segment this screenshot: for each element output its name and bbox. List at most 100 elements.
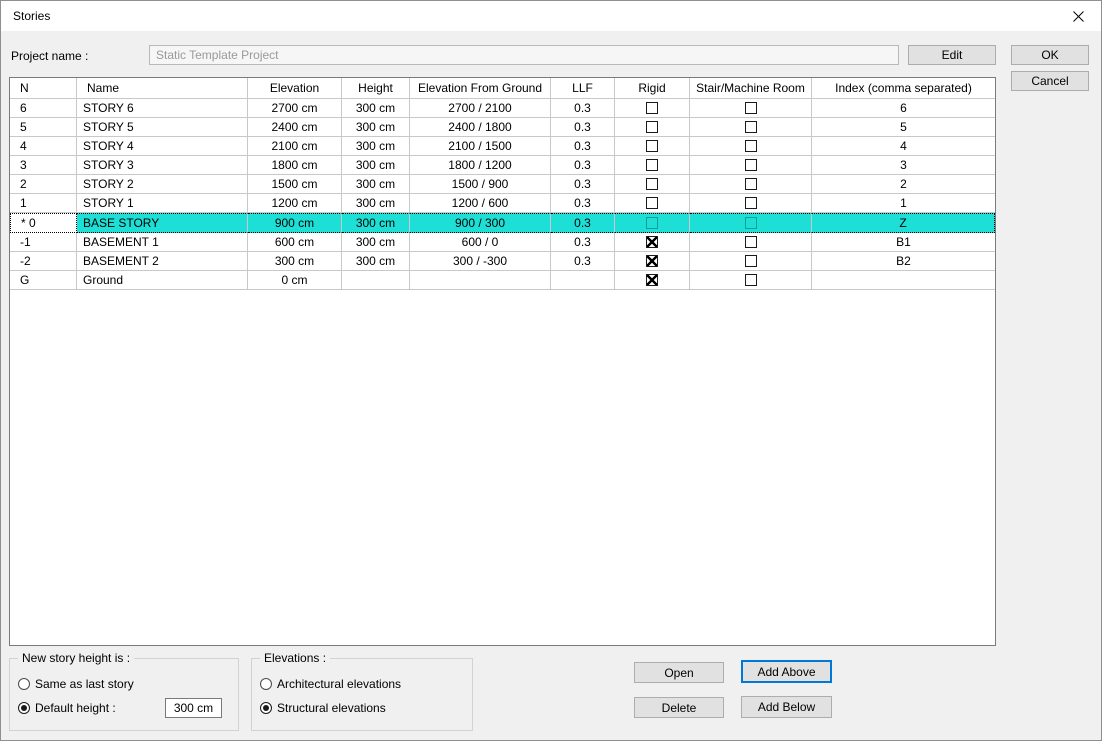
cell-elevation-from-ground[interactable]: 2100 / 1500 — [410, 137, 551, 156]
table-row[interactable]: 4STORY 42100 cm300 cm2100 / 15000.34 — [10, 137, 995, 156]
table-row[interactable]: GGround0 cm — [10, 271, 995, 290]
cell-elevation-from-ground[interactable] — [410, 271, 551, 290]
cell-elevation[interactable]: 1200 cm — [248, 194, 342, 213]
open-button[interactable]: Open — [634, 662, 724, 683]
add-below-button[interactable]: Add Below — [741, 696, 832, 718]
cell-height[interactable]: 300 cm — [342, 175, 410, 194]
cell-elevation[interactable]: 0 cm — [248, 271, 342, 290]
cell-index[interactable]: 4 — [812, 137, 995, 156]
cell-height[interactable]: 300 cm — [342, 99, 410, 118]
cell-index[interactable] — [812, 271, 995, 290]
stair-machine-room-checkbox[interactable] — [745, 121, 757, 133]
rigid-checkbox[interactable] — [646, 102, 658, 114]
cell-name[interactable]: STORY 6 — [77, 99, 248, 118]
cell-llf[interactable] — [551, 271, 615, 290]
cell-index[interactable]: Z — [812, 213, 995, 233]
table-row[interactable]: 6STORY 62700 cm300 cm2700 / 21000.36 — [10, 99, 995, 118]
cell-elevation-from-ground[interactable]: 1800 / 1200 — [410, 156, 551, 175]
default-height-input[interactable] — [165, 698, 222, 718]
cell-elevation[interactable]: 2100 cm — [248, 137, 342, 156]
rigid-checkbox[interactable] — [646, 121, 658, 133]
edit-button[interactable]: Edit — [908, 45, 996, 65]
cell-index[interactable]: 1 — [812, 194, 995, 213]
stair-machine-room-checkbox[interactable] — [745, 255, 757, 267]
cell-index[interactable]: B1 — [812, 233, 995, 252]
radio-icon[interactable] — [18, 678, 30, 690]
rigid-checkbox[interactable] — [646, 236, 658, 248]
cell-height[interactable]: 300 cm — [342, 233, 410, 252]
radio-default-height[interactable]: Default height : — [18, 701, 116, 715]
delete-button[interactable]: Delete — [634, 697, 724, 718]
table-row[interactable]: 1STORY 11200 cm300 cm1200 / 6000.31 — [10, 194, 995, 213]
radio-icon[interactable] — [260, 678, 272, 690]
table-row[interactable]: 3STORY 31800 cm300 cm1800 / 12000.33 — [10, 156, 995, 175]
rigid-checkbox[interactable] — [646, 274, 658, 286]
radio-icon[interactable] — [260, 702, 272, 714]
cell-elevation-from-ground[interactable]: 1500 / 900 — [410, 175, 551, 194]
cell-elevation-from-ground[interactable]: 1200 / 600 — [410, 194, 551, 213]
table-row[interactable]: 5STORY 52400 cm300 cm2400 / 18000.35 — [10, 118, 995, 137]
cell-elevation-from-ground[interactable]: 2400 / 1800 — [410, 118, 551, 137]
rigid-checkbox[interactable] — [646, 159, 658, 171]
project-name-field[interactable] — [149, 45, 899, 65]
stair-machine-room-checkbox[interactable] — [745, 159, 757, 171]
stair-machine-room-checkbox[interactable] — [745, 217, 757, 229]
table-row[interactable]: -1BASEMENT 1600 cm300 cm600 / 00.3B1 — [10, 233, 995, 252]
rigid-checkbox[interactable] — [646, 197, 658, 209]
cell-n[interactable]: -1 — [10, 233, 77, 252]
cell-elevation[interactable]: 1500 cm — [248, 175, 342, 194]
cell-height[interactable]: 300 cm — [342, 252, 410, 271]
stair-machine-room-checkbox[interactable] — [745, 197, 757, 209]
cell-index[interactable]: 3 — [812, 156, 995, 175]
radio-structural-elevations[interactable]: Structural elevations — [260, 701, 386, 715]
cell-height[interactable]: 300 cm — [342, 118, 410, 137]
cell-name[interactable]: STORY 1 — [77, 194, 248, 213]
radio-architectural-elevations[interactable]: Architectural elevations — [260, 677, 401, 691]
cell-n[interactable]: 1 — [10, 194, 77, 213]
stair-machine-room-checkbox[interactable] — [745, 178, 757, 190]
cancel-button[interactable]: Cancel — [1011, 71, 1089, 91]
stair-machine-room-checkbox[interactable] — [745, 102, 757, 114]
stair-machine-room-checkbox[interactable] — [745, 140, 757, 152]
cell-n[interactable]: G — [10, 271, 77, 290]
cell-name[interactable]: BASE STORY — [77, 213, 248, 233]
rigid-checkbox[interactable] — [646, 217, 658, 229]
cell-llf[interactable]: 0.3 — [551, 156, 615, 175]
rigid-checkbox[interactable] — [646, 255, 658, 267]
radio-same-as-last-story[interactable]: Same as last story — [18, 677, 134, 691]
cell-index[interactable]: 2 — [812, 175, 995, 194]
cell-llf[interactable]: 0.3 — [551, 137, 615, 156]
cell-name[interactable]: STORY 3 — [77, 156, 248, 175]
cell-llf[interactable]: 0.3 — [551, 213, 615, 233]
rigid-checkbox[interactable] — [646, 140, 658, 152]
cell-elevation-from-ground[interactable]: 2700 / 2100 — [410, 99, 551, 118]
cell-elevation[interactable]: 600 cm — [248, 233, 342, 252]
cell-index[interactable]: B2 — [812, 252, 995, 271]
table-row[interactable]: * 0BASE STORY900 cm300 cm900 / 3000.3Z — [10, 213, 995, 233]
cell-index[interactable]: 6 — [812, 99, 995, 118]
cell-height[interactable]: 300 cm — [342, 213, 410, 233]
cell-n[interactable]: -2 — [10, 252, 77, 271]
cell-n[interactable]: 5 — [10, 118, 77, 137]
cell-elevation[interactable]: 2700 cm — [248, 99, 342, 118]
cell-height[interactable]: 300 cm — [342, 194, 410, 213]
cell-n[interactable]: 4 — [10, 137, 77, 156]
add-above-button[interactable]: Add Above — [741, 660, 832, 683]
cell-llf[interactable]: 0.3 — [551, 99, 615, 118]
radio-icon[interactable] — [18, 702, 30, 714]
cell-name[interactable]: Ground — [77, 271, 248, 290]
table-row[interactable]: 2STORY 21500 cm300 cm1500 / 9000.32 — [10, 175, 995, 194]
stair-machine-room-checkbox[interactable] — [745, 236, 757, 248]
ok-button[interactable]: OK — [1011, 45, 1089, 65]
cell-llf[interactable]: 0.3 — [551, 233, 615, 252]
cell-height[interactable]: 300 cm — [342, 156, 410, 175]
cell-name[interactable]: STORY 4 — [77, 137, 248, 156]
cell-n[interactable]: 2 — [10, 175, 77, 194]
cell-elevation[interactable]: 300 cm — [248, 252, 342, 271]
cell-n[interactable]: 6 — [10, 99, 77, 118]
cell-height[interactable] — [342, 271, 410, 290]
cell-height[interactable]: 300 cm — [342, 137, 410, 156]
cell-elevation-from-ground[interactable]: 300 / -300 — [410, 252, 551, 271]
cell-n[interactable]: 3 — [10, 156, 77, 175]
cell-index[interactable]: 5 — [812, 118, 995, 137]
